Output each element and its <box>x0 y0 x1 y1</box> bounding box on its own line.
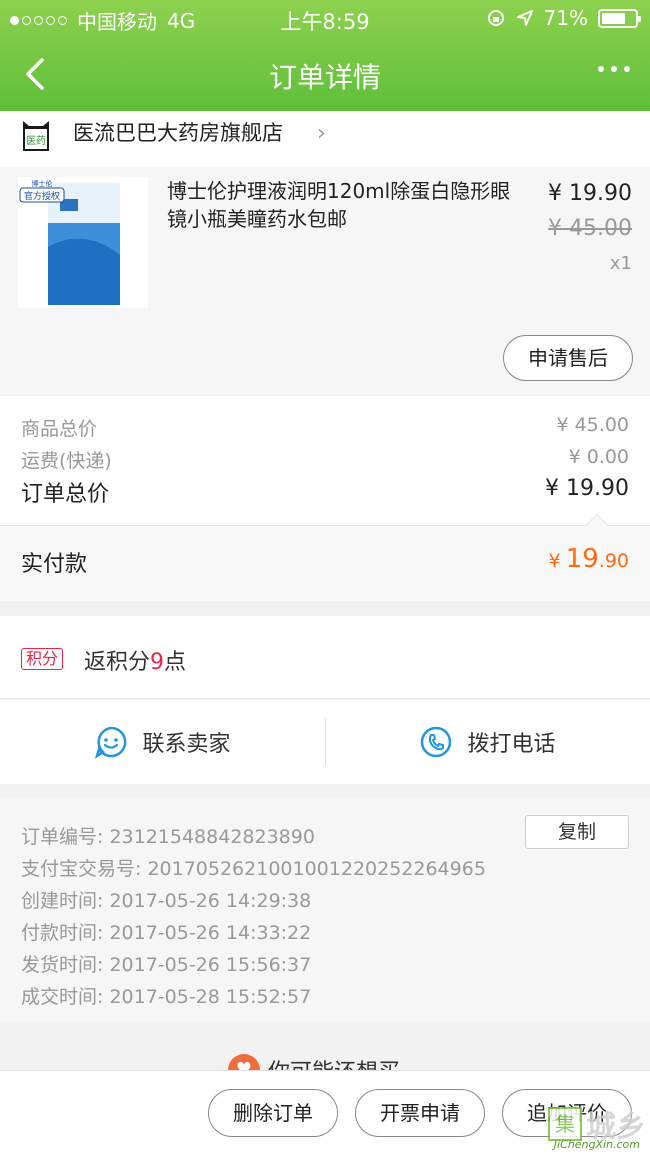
top-bar: 中国移动 4G 上午8:59 71% 订单详情 <box>0 0 650 111</box>
more-menu-icon[interactable] <box>598 66 630 72</box>
created-time: 创建时间: 2017-05-26 14:29:38 <box>21 890 312 912</box>
order-total-row: 订单总价 ¥ 19.90 <box>21 476 629 508</box>
contact-bar: 联系卖家 拨打电话 <box>0 700 650 784</box>
location-arrow-icon <box>516 10 533 26</box>
currency-symbol: ¥ <box>548 550 561 572</box>
copy-button[interactable]: 复制 <box>525 815 629 849</box>
order-info: 订单编号: 23121548842823890 支付宝交易号: 20170526… <box>0 798 650 1023</box>
chevron-right-icon: › <box>317 121 326 146</box>
original-price: ¥ 45.00 <box>548 216 632 241</box>
phone-icon <box>421 726 452 758</box>
shipping-value: ¥ 0.00 <box>568 446 629 468</box>
product-price: ¥ 19.90 <box>548 181 632 206</box>
product-image[interactable]: 官方授权 博士伦 <box>18 177 148 308</box>
points-count: 9 <box>150 650 165 675</box>
product-item[interactable]: 官方授权 博士伦 博士伦护理液润明120ml除蛋白隐形眼镜小瓶美瞳药水包邮 ¥ … <box>0 167 650 395</box>
after-sale-button[interactable]: 申请售后 <box>503 335 633 381</box>
product-quantity: x1 <box>609 253 632 274</box>
order-total-label: 订单总价 <box>21 482 110 507</box>
product-image-art: 官方授权 博士伦 <box>19 179 120 305</box>
points-reward: 积分 返积分9点 <box>0 616 650 699</box>
watermark-sub: JiChengXin.com <box>553 1138 640 1151</box>
rotation-lock-icon <box>487 10 504 26</box>
completed-time: 成交时间: 2017-05-28 15:52:57 <box>21 986 312 1008</box>
goods-total-value: ¥ 45.00 <box>556 414 629 436</box>
shipping-row: 运费(快递) ¥ 0.00 <box>21 446 629 473</box>
amount-paid-row: 实付款 ¥ 19.90 <box>0 525 650 601</box>
store-logo-text: 医药 <box>26 135 46 147</box>
product-title[interactable]: 博士伦护理液润明120ml除蛋白隐形眼镜小瓶美瞳药水包邮 <box>167 177 512 233</box>
order-total-value: ¥ 19.90 <box>545 476 629 501</box>
shipping-label: 运费(快递) <box>21 450 112 472</box>
price-summary: 商品总价 ¥ 45.00 运费(快递) ¥ 0.00 订单总价 ¥ 19.90 <box>0 396 650 525</box>
contact-seller-button[interactable]: 联系卖家 <box>0 700 325 784</box>
call-phone-label: 拨打电话 <box>467 732 556 757</box>
goods-total-label: 商品总价 <box>21 418 98 440</box>
order-number: 订单编号: 23121548842823890 <box>21 826 315 848</box>
watermark-box: 集 <box>548 1107 582 1141</box>
battery-percent: 71% <box>543 6 588 30</box>
call-phone-button[interactable]: 拨打电话 <box>325 700 650 784</box>
points-tag: 积分 <box>21 648 64 670</box>
page-title: 订单详情 <box>268 61 381 94</box>
paid-time: 付款时间: 2017-05-26 14:33:22 <box>21 922 312 944</box>
authorized-badge: 官方授权 <box>24 190 60 202</box>
invoice-request-button[interactable]: 开票申请 <box>355 1089 485 1137</box>
points-suffix: 点 <box>164 650 187 675</box>
amount-decimal: .90 <box>598 550 629 572</box>
amount-paid-label: 实付款 <box>21 552 88 577</box>
delete-order-button[interactable]: 删除订单 <box>208 1089 338 1137</box>
battery-icon <box>598 8 641 28</box>
navigation-bar: 订单详情 <box>0 38 650 111</box>
points-prefix: 返积分 <box>84 650 151 675</box>
store-header[interactable]: 医药 医流巴巴大药房旗舰店 › <box>0 111 650 167</box>
store-name[interactable]: 医流巴巴大药房旗舰店 <box>73 117 283 147</box>
alipay-trade-number: 支付宝交易号: 2017052621001001220252264965 <box>21 858 486 880</box>
amount-paid-value: ¥ 19.90 <box>549 544 630 574</box>
status-bar: 中国移动 4G 上午8:59 71% <box>0 0 650 38</box>
goods-total-row: 商品总价 ¥ 45.00 <box>21 414 629 441</box>
amount-integer: 19 <box>565 544 599 574</box>
contact-seller-label: 联系卖家 <box>142 732 231 757</box>
brand-small-label: 博士伦 <box>32 179 53 188</box>
store-logo: 医药 <box>23 121 49 151</box>
chat-face-icon <box>95 726 127 759</box>
shipped-time: 发货时间: 2017-05-26 15:56:37 <box>21 954 312 976</box>
points-text: 返积分9点 <box>84 644 186 676</box>
